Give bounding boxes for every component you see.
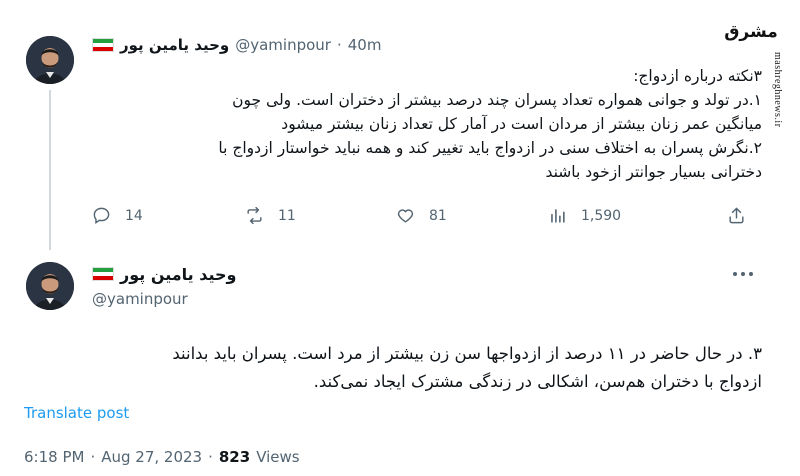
iran-flag-icon (92, 267, 114, 281)
tweet2-views-label: Views (256, 448, 300, 466)
thread-connector (49, 90, 51, 250)
heart-icon (397, 209, 414, 223)
meta-separator: · (208, 448, 213, 466)
tweet2-name-row: وحید یامین پور (92, 262, 237, 286)
tweet2-handle[interactable]: @yaminpour (92, 290, 188, 308)
tweet1-header: وحید یامین پور @yaminpour · 40m (92, 34, 381, 56)
avatar-tweet1[interactable] (26, 36, 74, 84)
share-icon (729, 207, 744, 224)
repost-button[interactable]: 11 (245, 206, 296, 225)
reply-icon (93, 207, 110, 224)
views-count: 1,590 (581, 207, 622, 224)
translate-post-link[interactable]: Translate post (24, 404, 129, 422)
tweet1-line: ۲.نگرش پسران به اختلاف سنی در ازدواج بای… (218, 139, 762, 157)
tweet1-separator: · (336, 36, 342, 54)
tweet2-date[interactable]: Aug 27, 2023 (101, 448, 202, 466)
tweet1-line: دخترانی بسیار جوانتر ازخود باشند (545, 163, 762, 181)
tweet1-text: ۳نکته درباره ازدواج: ۱.در تولد و جوانی ه… (86, 64, 762, 184)
more-icon (733, 272, 753, 276)
like-button[interactable]: 81 (396, 206, 447, 225)
tweet2-meta: 6:18 PM · Aug 27, 2023 · 823 Views (24, 448, 300, 466)
reply-count: 14 (125, 207, 143, 224)
tweet2-line: ۳. در حال حاضر در ۱۱ درصد از ازدواجها سن… (172, 344, 762, 363)
avatar-tweet2[interactable] (26, 262, 74, 310)
tweet2-line: ازدواج با دختران هم‌سن، اشکالی در زندگی … (313, 372, 762, 391)
repost-icon (247, 206, 262, 225)
mashregh-logo: مشرق (724, 12, 778, 52)
reply-button[interactable]: 14 (92, 206, 143, 225)
repost-count: 11 (278, 207, 296, 224)
tweet1-display-name[interactable]: وحید یامین پور (120, 36, 229, 54)
tweet2-text: ۳. در حال حاضر در ۱۱ درصد از ازدواجها سن… (28, 340, 762, 396)
views-button[interactable]: 1,590 (548, 206, 621, 225)
meta-separator: · (90, 448, 96, 466)
tweet1-line: میانگین عمر زنان بیشتر از مردان است در آ… (281, 115, 762, 133)
share-button[interactable] (727, 206, 746, 225)
avatar-photo (26, 36, 74, 84)
iran-flag-icon (92, 38, 114, 52)
mashregh-logo-text: مشرق (724, 22, 778, 42)
tweet1-line: ۱.در تولد و جوانی همواره تعداد پسران چند… (232, 91, 762, 109)
like-count: 81 (429, 207, 447, 224)
more-options-button[interactable] (732, 268, 754, 280)
avatar-photo (26, 262, 74, 310)
tweet1-line: ۳نکته درباره ازدواج: (633, 67, 762, 85)
tweet1-handle[interactable]: @yaminpour (235, 36, 331, 54)
views-icon (551, 209, 565, 223)
tweet1-time[interactable]: 40m (348, 36, 382, 54)
mashregh-site-url: mashreghnews.ir (772, 52, 783, 128)
tweet2-display-name[interactable]: وحید یامین پور (120, 265, 237, 284)
tweet2-time[interactable]: 6:18 PM (24, 448, 84, 466)
tweet2-views-count: 823 (218, 448, 251, 466)
